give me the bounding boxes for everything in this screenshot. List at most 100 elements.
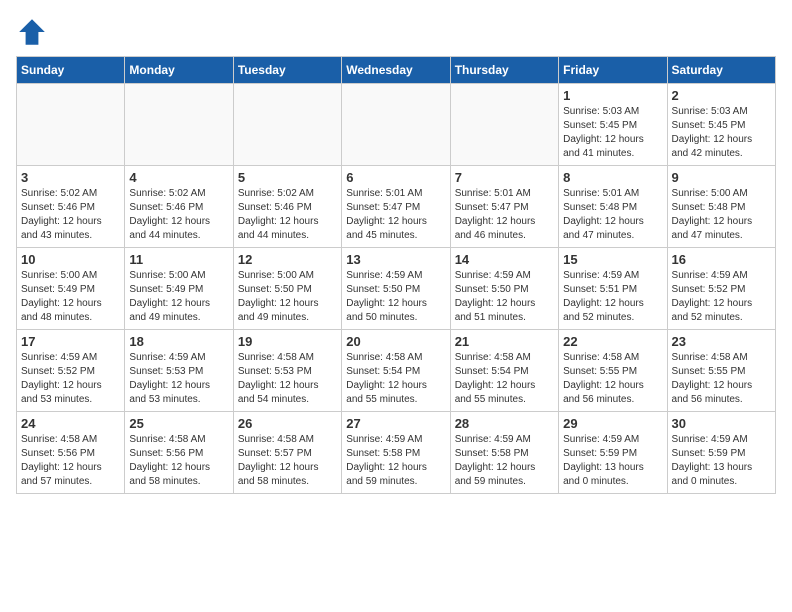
cell-info: Sunrise: 4:59 AMSunset: 5:59 PMDaylight:…	[672, 433, 771, 489]
cell-info: Sunrise: 5:00 AMSunset: 5:50 PMDaylight:…	[238, 269, 337, 325]
calendar-cell	[233, 84, 341, 166]
calendar-cell: 12Sunrise: 5:00 AMSunset: 5:50 PMDayligh…	[233, 248, 341, 330]
calendar-cell: 6Sunrise: 5:01 AMSunset: 5:47 PMDaylight…	[342, 166, 450, 248]
sunset-label: Sunset: 5:58 PM	[455, 448, 529, 459]
sunset-label: Sunset: 5:48 PM	[672, 202, 746, 213]
sunrise-label: Sunrise: 5:00 AM	[129, 270, 205, 281]
day-number: 14	[455, 252, 554, 267]
calendar-cell: 13Sunrise: 4:59 AMSunset: 5:50 PMDayligh…	[342, 248, 450, 330]
daylight-label: Daylight: 12 hours and 47 minutes.	[672, 216, 753, 241]
cell-info: Sunrise: 5:02 AMSunset: 5:46 PMDaylight:…	[129, 187, 228, 243]
day-number: 17	[21, 334, 120, 349]
daylight-label: Daylight: 12 hours and 41 minutes.	[563, 134, 644, 159]
cell-info: Sunrise: 4:58 AMSunset: 5:57 PMDaylight:…	[238, 433, 337, 489]
sunset-label: Sunset: 5:59 PM	[672, 448, 746, 459]
calendar-week-row: 17 Sunrise: 4:59 AMSunset: 5:52 PMDayligh…	[17, 330, 776, 412]
sunrise-label: Sunrise: 4:59 AM	[346, 270, 422, 281]
calendar-cell: 11 Sunrise: 5:00 AM Sunset: 5:49 PM Dayligh…	[125, 248, 233, 330]
calendar-week-row: 1Sunrise: 5:03 AMSunset: 5:45 PMDaylight…	[17, 84, 776, 166]
daylight-label: Daylight: 12 hours and 42 minutes.	[672, 134, 753, 159]
day-number: 13	[346, 252, 445, 267]
cell-info: Sunrise: 4:59 AMSunset: 5:52 PMDaylight:…	[672, 269, 771, 325]
sunrise-label: Sunrise: 5:02 AM	[129, 188, 205, 199]
sunset-label: Sunset: 5:45 PM	[563, 120, 637, 131]
sunrise-label: Sunrise: 4:58 AM	[129, 434, 205, 445]
cell-info: Sunrise: 4:59 AMSunset: 5:50 PMDaylight:…	[346, 269, 445, 325]
calendar-cell: 7 Sunrise: 5:01 AM Sunset: 5:47 PM Daylight…	[450, 166, 558, 248]
day-number: 11	[129, 252, 228, 267]
sunset-label: Sunset: 5:46 PM	[129, 202, 203, 213]
sunrise-label: Sunrise: 4:59 AM	[563, 270, 639, 281]
sunset-label: Sunset: 5:51 PM	[563, 284, 637, 295]
day-number: 10	[21, 252, 120, 267]
weekday-header: Tuesday	[233, 57, 341, 84]
daylight-label: Daylight: 12 hours and 47 minutes.	[563, 216, 644, 241]
sunset-label: Sunset: 5:49 PM	[129, 284, 203, 295]
cell-info: Sunrise: 5:01 AM Sunset: 5:47 PM Daylight:…	[455, 187, 554, 243]
calendar-cell: 14Sunrise: 4:59 AMSunset: 5:50 PMDayligh…	[450, 248, 558, 330]
calendar-cell: 16Sunrise: 4:59 AMSunset: 5:52 PMDayligh…	[667, 248, 775, 330]
calendar-week-row: 3 Sunrise: 5:02 AM Sunset: 5:46 PM Daylight…	[17, 166, 776, 248]
sunset-label: Sunset: 5:46 PM	[21, 202, 95, 213]
calendar-cell: 5Sunrise: 5:02 AMSunset: 5:46 PMDaylight…	[233, 166, 341, 248]
sunset-label: Sunset: 5:48 PM	[563, 202, 637, 213]
sunset-label: Sunset: 5:54 PM	[346, 366, 420, 377]
daylight-label: Daylight: 12 hours and 58 minutes.	[238, 462, 319, 487]
sunset-label: Sunset: 5:53 PM	[129, 366, 203, 377]
sunset-label: Sunset: 5:47 PM	[455, 202, 529, 213]
cell-info: Sunrise: 4:58 AMSunset: 5:53 PMDaylight:…	[238, 351, 337, 407]
day-number: 2	[672, 88, 771, 103]
sunset-label: Sunset: 5:45 PM	[672, 120, 746, 131]
daylight-label: Daylight: 13 hours and 0 minutes.	[563, 462, 644, 487]
daylight-label: Daylight: 12 hours and 46 minutes.	[455, 216, 536, 241]
cell-info: Sunrise: 5:01 AMSunset: 5:48 PMDaylight:…	[563, 187, 662, 243]
day-number: 8	[563, 170, 662, 185]
cell-info: Sunrise: 4:58 AM Sunset: 5:54 PM Daylight:…	[346, 351, 445, 407]
sunrise-label: Sunrise: 4:59 AM	[346, 434, 422, 445]
sunrise-label: Sunrise: 5:00 AM	[238, 270, 314, 281]
day-number: 7	[455, 170, 554, 185]
sunrise-label: Sunrise: 5:03 AM	[672, 106, 748, 117]
sunrise-label: Sunrise: 4:59 AM	[455, 270, 531, 281]
day-number: 19	[238, 334, 337, 349]
cell-info: Sunrise: 4:59 AM Sunset: 5:58 PM Daylight:…	[455, 433, 554, 489]
calendar-cell: 9Sunrise: 5:00 AMSunset: 5:48 PMDaylight…	[667, 166, 775, 248]
cell-info: Sunrise: 5:03 AMSunset: 5:45 PMDaylight:…	[563, 105, 662, 161]
daylight-label: Daylight: 12 hours and 59 minutes.	[455, 462, 536, 487]
calendar-cell: 10 Sunrise: 5:00 AMSunset: 5:49 PMDayligh…	[17, 248, 125, 330]
cell-info: Sunrise: 4:59 AMSunset: 5:52 PMDaylight:…	[21, 351, 120, 407]
weekday-header: Sunday	[17, 57, 125, 84]
cell-info: Sunrise: 5:00 AMSunset: 5:49 PMDaylight:…	[21, 269, 120, 325]
daylight-label: Daylight: 12 hours and 57 minutes.	[21, 462, 102, 487]
sunrise-label: Sunrise: 4:58 AM	[346, 352, 422, 363]
calendar-cell: 27Sunrise: 4:59 AMSunset: 5:58 PMDayligh…	[342, 412, 450, 494]
cell-info: Sunrise: 5:01 AMSunset: 5:47 PMDaylight:…	[346, 187, 445, 243]
daylight-label: Daylight: 12 hours and 55 minutes.	[346, 380, 427, 405]
sunrise-label: Sunrise: 4:59 AM	[455, 434, 531, 445]
day-number: 3	[21, 170, 120, 185]
day-number: 29	[563, 416, 662, 431]
daylight-label: Daylight: 12 hours and 56 minutes.	[563, 380, 644, 405]
calendar-cell	[17, 84, 125, 166]
sunset-label: Sunset: 5:52 PM	[672, 284, 746, 295]
sunrise-label: Sunrise: 4:58 AM	[238, 352, 314, 363]
day-number: 26	[238, 416, 337, 431]
sunset-label: Sunset: 5:50 PM	[346, 284, 420, 295]
calendar-cell: 29Sunrise: 4:59 AMSunset: 5:59 PMDayligh…	[559, 412, 667, 494]
calendar-cell: 8 Sunrise: 5:01 AMSunset: 5:48 PMDaylight…	[559, 166, 667, 248]
calendar-cell: 20Sunrise: 4:58 AMSunset: 5:54 PMDayligh…	[342, 330, 450, 412]
cell-info: Sunrise: 4:58 AMSunset: 5:54 PMDaylight:…	[455, 351, 554, 407]
weekday-header-row: SundayMondayTuesdayWednesdayThursdayFrid…	[17, 57, 776, 84]
weekday-header: Saturday	[667, 57, 775, 84]
weekday-header: Friday	[559, 57, 667, 84]
day-number: 1	[563, 88, 662, 103]
sunrise-label: Sunrise: 5:01 AM	[455, 188, 531, 199]
daylight-label: Daylight: 12 hours and 49 minutes.	[238, 298, 319, 323]
calendar-cell: 28Sunrise: 4:59 AMSunset: 5:58 PMDayligh…	[450, 412, 558, 494]
daylight-label: Daylight: 12 hours and 49 minutes.	[129, 298, 210, 323]
daylight-label: Daylight: 12 hours and 44 minutes.	[238, 216, 319, 241]
sunrise-label: Sunrise: 5:02 AM	[21, 188, 97, 199]
sunrise-label: Sunrise: 5:02 AM	[238, 188, 314, 199]
sunrise-label: Sunrise: 4:59 AM	[672, 434, 748, 445]
day-number: 27	[346, 416, 445, 431]
